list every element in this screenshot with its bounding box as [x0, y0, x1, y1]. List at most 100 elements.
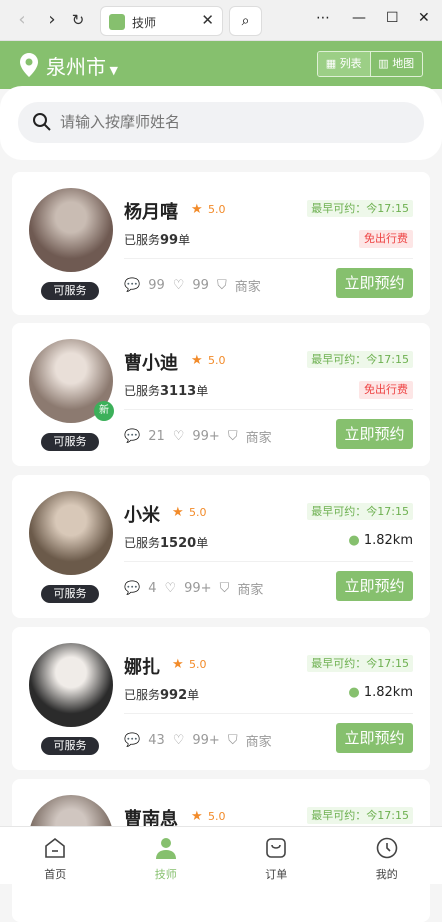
- list-view-button[interactable]: ▦ 列表: [318, 52, 371, 76]
- status-badge: 可服务: [41, 282, 99, 300]
- search-box[interactable]: [18, 102, 424, 143]
- search-input[interactable]: [60, 108, 360, 136]
- heart-icon[interactable]: ♡: [173, 429, 185, 444]
- more-icon[interactable]: ⋯: [316, 10, 330, 26]
- shield-icon: ⛉: [228, 733, 238, 748]
- served-prefix: 已服务: [124, 233, 160, 247]
- therapist-name[interactable]: 杨月嘻: [124, 198, 178, 224]
- location-pin-icon: ●: [348, 685, 363, 700]
- close-window-icon[interactable]: ✕: [418, 10, 430, 26]
- maximize-icon[interactable]: ☐: [386, 10, 399, 26]
- map-view-button[interactable]: ▥ 地图: [371, 52, 423, 76]
- shop-label: 商家: [246, 731, 272, 750]
- rating: 5.0: [189, 506, 207, 519]
- therapist-card[interactable]: 可服务小米★5.0最早可约：今17:15已服务1520单● 1.82km💬4♡9…: [12, 475, 430, 618]
- book-now-button[interactable]: 立即预约: [336, 268, 413, 298]
- tab-orders[interactable]: 订单: [221, 827, 332, 884]
- served-prefix: 已服务: [124, 384, 160, 398]
- view-toggle[interactable]: ▦ 列表 ▥ 地图: [317, 51, 423, 77]
- earliest-available: 最早可约：今17:15: [307, 807, 413, 824]
- search-section: [0, 86, 442, 160]
- shop-label: 商家: [246, 427, 272, 446]
- browser-tab[interactable]: 技师 ✕: [100, 6, 223, 36]
- distance: ● 1.82km: [348, 533, 413, 548]
- book-now-button[interactable]: 立即预约: [336, 723, 413, 753]
- like-count: 99+: [192, 733, 219, 748]
- heart-icon[interactable]: ♡: [173, 733, 185, 748]
- card-meta: 💬4♡99+⛉商家: [124, 579, 271, 598]
- status-badge: 可服务: [41, 585, 99, 603]
- shop-label: 商家: [235, 276, 261, 295]
- served-prefix: 已服务: [124, 536, 160, 550]
- person-icon: [154, 836, 178, 860]
- avatar[interactable]: [29, 188, 113, 272]
- avatar[interactable]: [29, 643, 113, 727]
- free-travel-badge: 免出行费: [359, 381, 413, 399]
- earliest-available: 最早可约：今17:15: [307, 351, 413, 368]
- city-selector[interactable]: 泉州市 ▼: [46, 51, 118, 80]
- avatar[interactable]: [29, 491, 113, 575]
- tab-mine-label: 我的: [332, 866, 442, 882]
- tab-technician[interactable]: 技师: [111, 827, 222, 884]
- earliest-available: 最早可约：今17:15: [307, 200, 413, 217]
- comment-icon: 💬: [124, 278, 140, 293]
- heart-icon[interactable]: ♡: [164, 581, 176, 596]
- forward-icon[interactable]: ›: [40, 8, 64, 32]
- card-meta: 💬99♡99⛉商家: [124, 276, 269, 295]
- reload-icon[interactable]: ↻: [66, 8, 90, 32]
- served-number: 99: [160, 233, 178, 248]
- comment-count: 43: [148, 733, 165, 748]
- therapist-card[interactable]: 可服务娜扎★5.0最早可约：今17:15已服务992单● 1.82km💬43♡9…: [12, 627, 430, 770]
- star-icon: ★: [172, 505, 184, 520]
- star-icon: ★: [172, 657, 184, 672]
- shield-icon: ⛉: [220, 581, 230, 596]
- served-count: 已服务3113单: [124, 382, 208, 399]
- browser-chrome: ‹ › ↻ 技师 ✕ ⌕ ⋯ — ☐ ✕: [0, 0, 442, 41]
- served-prefix: 已服务: [124, 688, 160, 702]
- tab-mine[interactable]: 我的: [332, 827, 442, 884]
- like-count: 99+: [192, 429, 219, 444]
- magnifier-icon: [32, 112, 52, 132]
- served-number: 1520: [160, 536, 196, 551]
- book-now-button[interactable]: 立即预约: [336, 419, 413, 449]
- therapist-name[interactable]: 曹小迪: [124, 349, 178, 375]
- therapist-name[interactable]: 娜扎: [124, 653, 160, 679]
- city-label: 泉州市: [46, 55, 106, 79]
- shop-label: 商家: [237, 579, 263, 598]
- divider: [124, 258, 413, 259]
- like-count: 99+: [184, 581, 211, 596]
- comment-count: 21: [148, 429, 165, 444]
- close-tab-icon[interactable]: ✕: [201, 11, 214, 29]
- star-icon: ★: [191, 202, 203, 217]
- distance: ● 1.82km: [348, 685, 413, 700]
- therapist-name[interactable]: 小米: [124, 501, 160, 527]
- tab-title: 技师: [132, 14, 156, 31]
- therapist-card[interactable]: 可服务杨月嘻★5.0最早可约：今17:15已服务99单免出行费💬99♡99⛉商家…: [12, 172, 430, 315]
- divider: [124, 409, 413, 410]
- star-icon: ★: [191, 809, 203, 824]
- divider: [124, 561, 413, 562]
- rating: 5.0: [208, 354, 226, 367]
- served-suffix: 单: [196, 536, 208, 550]
- back-icon[interactable]: ‹: [10, 8, 34, 32]
- free-travel-badge: 免出行费: [359, 230, 413, 248]
- search-icon[interactable]: ⌕: [229, 6, 262, 36]
- bottom-tabbar: 首页 技师 订单 我的: [0, 826, 442, 884]
- comment-count: 4: [148, 581, 156, 596]
- heart-icon[interactable]: ♡: [173, 278, 185, 293]
- profile-icon: [375, 836, 399, 860]
- new-badge: 新: [94, 401, 114, 421]
- book-now-button[interactable]: 立即预约: [336, 571, 413, 601]
- location-pin-icon: [19, 52, 39, 78]
- served-suffix: 单: [178, 233, 190, 247]
- therapist-card[interactable]: 新可服务曹小迪★5.0最早可约：今17:15已服务3113单免出行费💬21♡99…: [12, 323, 430, 466]
- bag-icon: [264, 836, 288, 860]
- minimize-icon[interactable]: —: [352, 10, 366, 26]
- distance-value: 1.82km: [364, 533, 413, 548]
- favicon-icon: [109, 14, 125, 30]
- tab-home-label: 首页: [0, 866, 111, 882]
- comment-count: 99: [148, 278, 165, 293]
- divider: [124, 713, 413, 714]
- earliest-available: 最早可约：今17:15: [307, 655, 413, 672]
- tab-home[interactable]: 首页: [0, 827, 111, 884]
